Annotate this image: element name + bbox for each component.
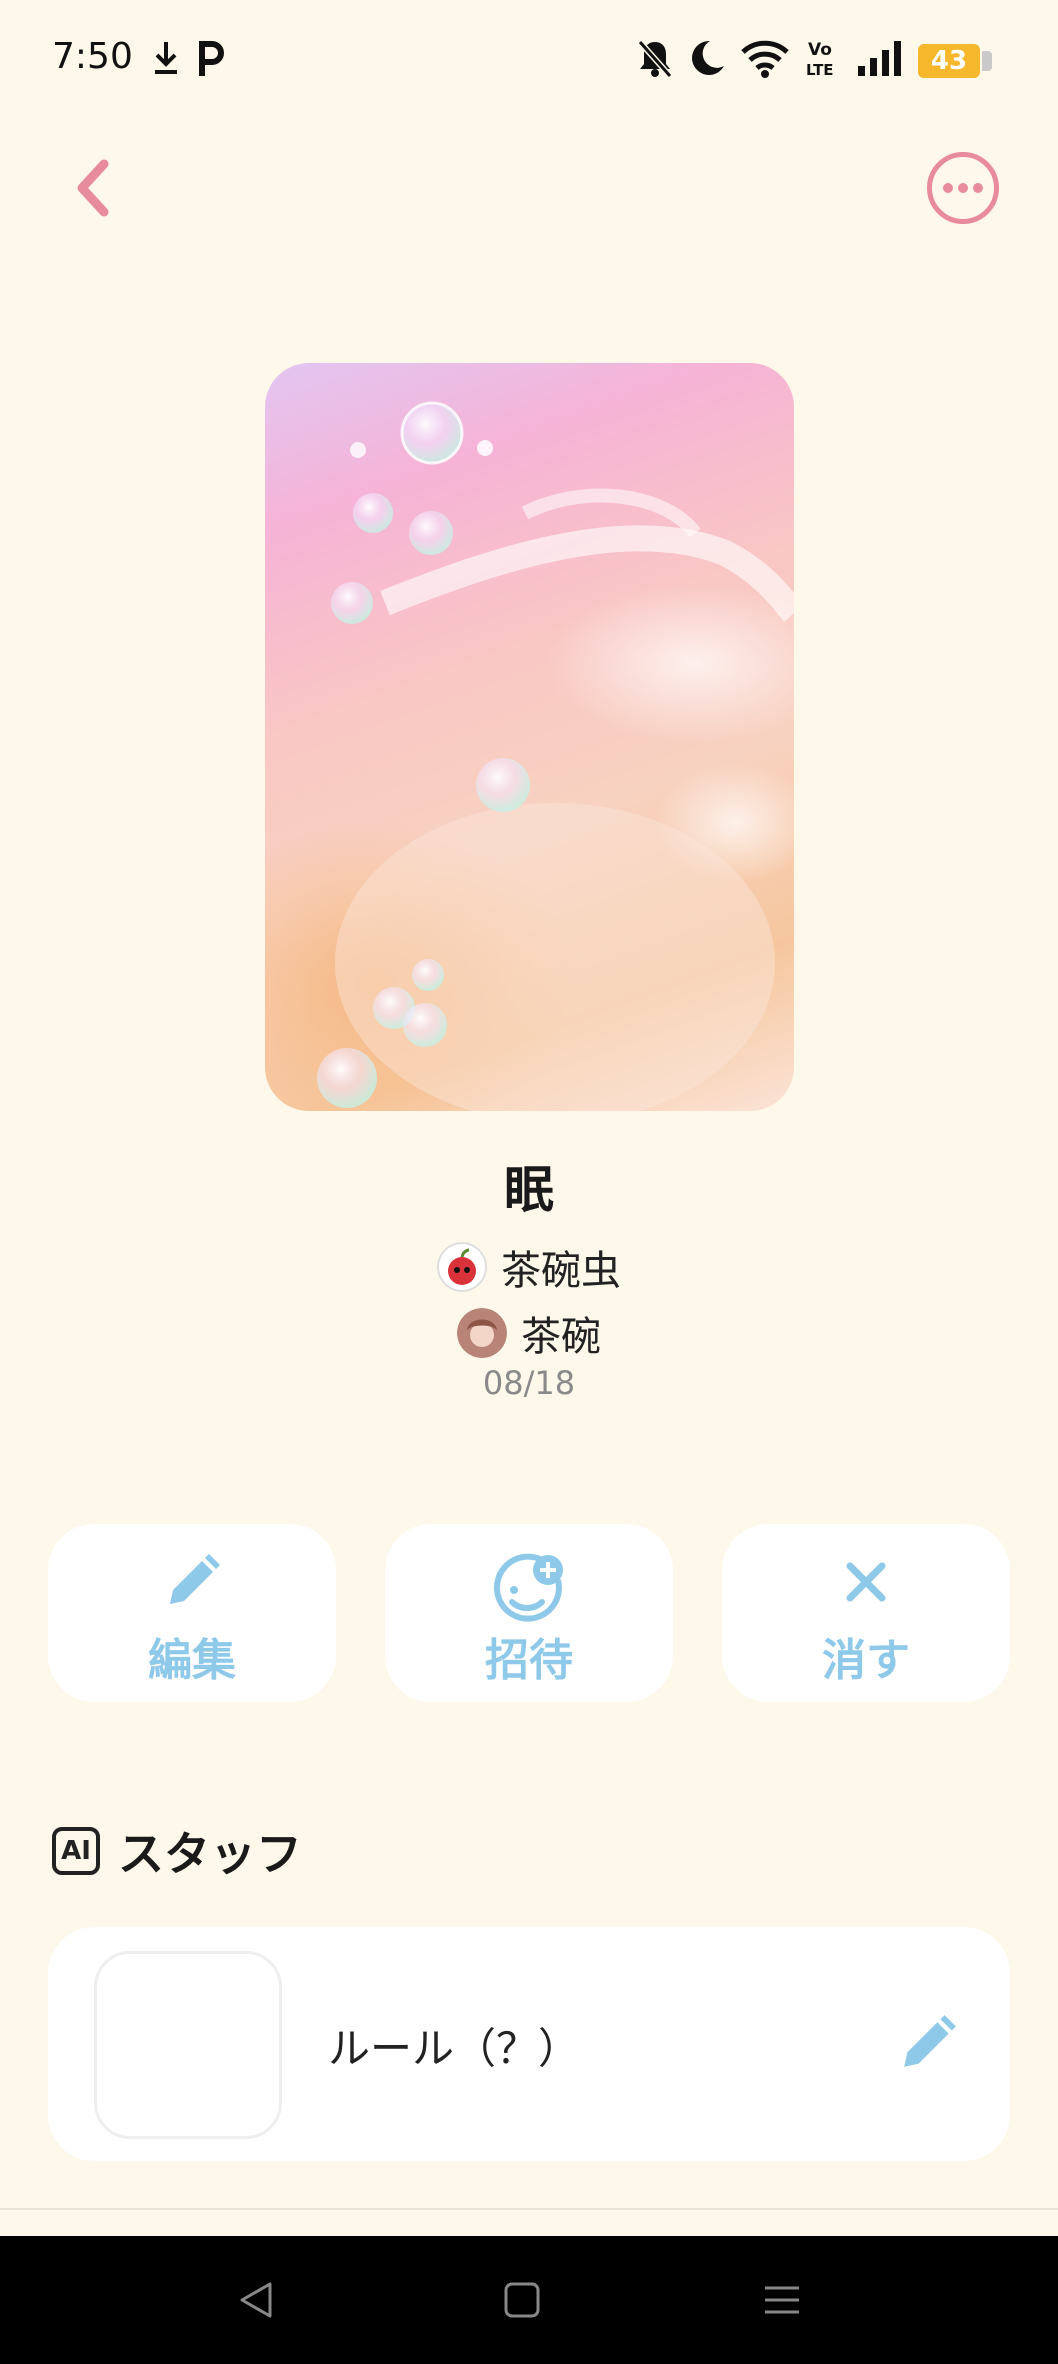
- room-date: 08/18: [482, 1364, 576, 1402]
- girl-avatar: [457, 1308, 507, 1358]
- pencil-icon[interactable]: [896, 2013, 958, 2075]
- member-name: 茶碗: [521, 1314, 601, 1360]
- more-horizontal-icon: [943, 183, 983, 193]
- edit-button[interactable]: 編集: [48, 1524, 336, 1702]
- status-bar: 7:50 Vo LTE 43: [0, 0, 1058, 120]
- member-row[interactable]: 茶碗: [0, 1304, 1058, 1362]
- signal-icon: [858, 41, 901, 76]
- more-options-button[interactable]: [927, 152, 999, 224]
- section-title: スタッフ: [118, 1827, 302, 1881]
- staff-name: ルール（？）: [328, 2024, 581, 2073]
- room-title: 眠: [504, 1161, 554, 1219]
- download-icon: [155, 42, 177, 74]
- member-row[interactable]: 茶碗虫: [0, 1238, 1058, 1296]
- staff-thumbnail: [94, 1951, 282, 2139]
- room-cover-image: [265, 363, 794, 1111]
- ai-badge-icon: AI: [52, 1827, 100, 1875]
- invite-button[interactable]: 招待: [385, 1524, 673, 1702]
- back-triangle-icon[interactable]: [236, 2280, 276, 2320]
- divider: [0, 2208, 1058, 2210]
- staff-item[interactable]: ルール（？）: [48, 1927, 1010, 2161]
- home-square-icon[interactable]: [502, 2280, 542, 2320]
- delete-label: 消す: [822, 1635, 910, 1686]
- member-name: 茶碗虫: [501, 1248, 621, 1294]
- battery-icon: 43: [918, 44, 992, 78]
- volte-icon: Vo LTE: [806, 40, 834, 78]
- status-time: 7:50: [52, 36, 133, 77]
- system-nav-bar: [0, 2236, 1058, 2364]
- invite-smile-icon: [493, 1553, 563, 1622]
- p-app-icon: [199, 41, 224, 76]
- pencil-icon: [170, 1554, 220, 1604]
- svg-text:Vo: Vo: [808, 40, 832, 60]
- invite-label: 招待: [485, 1635, 573, 1686]
- wifi-icon: [741, 40, 789, 78]
- close-icon: [846, 1562, 886, 1602]
- chevron-left-icon: [77, 159, 109, 217]
- menu-lines-icon[interactable]: [762, 2280, 802, 2320]
- bell-off-icon: [637, 40, 673, 78]
- moon-icon: [692, 40, 724, 75]
- svg-text:LTE: LTE: [806, 61, 834, 78]
- back-button[interactable]: [60, 148, 130, 228]
- delete-button[interactable]: 消す: [722, 1524, 1010, 1702]
- apple-avatar: [437, 1242, 487, 1292]
- edit-label: 編集: [148, 1635, 236, 1686]
